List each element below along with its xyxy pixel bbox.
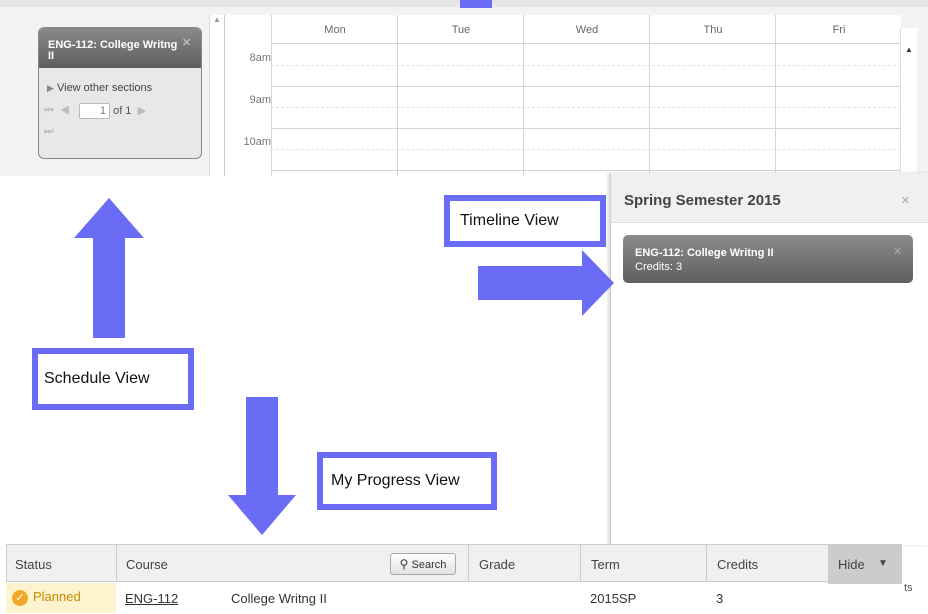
header-grade[interactable]: Grade xyxy=(468,544,580,582)
calendar-grid: Mon Tue Wed Thu Fri 8am 9am 10am xyxy=(224,15,902,176)
hour-line xyxy=(271,86,901,87)
arrow-right-shaft xyxy=(478,266,582,300)
page-input[interactable]: 1 xyxy=(79,103,111,119)
chevron-down-icon: ▼ xyxy=(878,558,888,569)
day-divider xyxy=(523,43,524,176)
hide-dropdown[interactable]: Hide ▼ xyxy=(828,544,902,584)
hide-label: Hide xyxy=(838,557,865,572)
timeline-course-card[interactable]: ENG-112: College Writng II Credits: 3 ✕ xyxy=(623,235,913,283)
time-label-9am: 9am xyxy=(249,94,271,106)
close-icon[interactable]: ✕ xyxy=(893,245,902,258)
search-icon: ⚲ xyxy=(399,557,409,571)
course-title: College Writng II xyxy=(231,591,327,606)
credits-value: 3 xyxy=(716,591,724,606)
day-divider xyxy=(271,43,272,176)
day-divider xyxy=(397,43,398,176)
my-progress-view-label: My Progress View xyxy=(317,452,497,510)
arrow-down-head xyxy=(228,495,296,535)
status-badge: ✓ Planned xyxy=(12,589,81,606)
timeline-course-title: ENG-112: College Writng II xyxy=(635,247,774,259)
day-header-tue: Tue xyxy=(397,15,524,44)
half-hour-line xyxy=(271,107,901,108)
close-icon[interactable]: ✕ xyxy=(182,38,191,49)
schedule-panel: ENG-112: College Writng II ✕ ▶ View othe… xyxy=(0,0,928,176)
course-card-title: ENG-112: College Writng II xyxy=(48,39,178,62)
day-header-wed: Wed xyxy=(523,15,650,44)
time-label-10am: 10am xyxy=(243,136,271,148)
day-divider xyxy=(775,43,776,176)
day-header-mon: Mon xyxy=(271,15,398,44)
check-circle-icon: ✓ xyxy=(12,589,28,606)
day-header-fri: Fri xyxy=(775,15,902,44)
course-card[interactable]: ENG-112: College Writng II ✕ ▶ View othe… xyxy=(38,27,202,159)
arrow-down-shaft xyxy=(246,397,278,495)
status-text: Planned xyxy=(33,589,81,604)
edge-text: ts xyxy=(904,582,913,594)
hour-line xyxy=(271,170,901,171)
header-term[interactable]: Term xyxy=(580,544,706,582)
left-scrollbar[interactable]: ▲ xyxy=(209,15,225,176)
arrow-right-head xyxy=(582,250,614,316)
term-value: 2015SP xyxy=(590,591,637,606)
day-divider xyxy=(649,43,650,176)
progress-table: Status Course ⚲ Search Grade Term Credit… xyxy=(6,544,902,613)
scroll-up-icon[interactable]: ▲ xyxy=(905,45,913,54)
half-hour-line xyxy=(271,65,901,66)
day-header-thu: Thu xyxy=(649,15,776,44)
prev-page-icon[interactable]: ◀ xyxy=(60,105,70,117)
time-label-8am: 8am xyxy=(249,52,271,64)
view-other-sections-link[interactable]: ▶ View other sections xyxy=(47,82,152,94)
arrow-stub xyxy=(460,0,492,8)
last-page-icon[interactable]: ⏭ xyxy=(44,125,146,138)
header-credits[interactable]: Credits xyxy=(706,544,828,582)
search-button[interactable]: ⚲ Search xyxy=(390,553,456,575)
timeline-title: Spring Semester 2015 xyxy=(624,192,781,209)
arrow-up-head xyxy=(74,198,144,238)
timeline-header: Spring Semester 2015 × xyxy=(611,173,928,223)
section-pager: ⏮ ◀ 1 of 1 ▶ ⏭ xyxy=(44,103,146,138)
search-label: Search xyxy=(411,559,447,571)
close-icon[interactable]: × xyxy=(901,192,910,209)
hour-line xyxy=(271,128,901,129)
half-hour-line xyxy=(271,149,901,150)
scroll-up-icon[interactable]: ▲ xyxy=(213,15,221,24)
view-other-sections-label: View other sections xyxy=(56,82,153,94)
arrow-up-shaft xyxy=(93,238,125,338)
timeline-panel: Spring Semester 2015 × ENG-112: College … xyxy=(610,173,928,545)
timeline-course-credits: Credits: 3 xyxy=(635,261,683,273)
triangle-right-icon: ▶ xyxy=(47,83,54,93)
header-status[interactable]: Status xyxy=(6,544,116,582)
right-scrollbar[interactable]: ▲ xyxy=(900,28,917,176)
page-of-label: of 1 xyxy=(113,104,132,117)
course-link[interactable]: ENG-112 xyxy=(125,583,178,613)
next-page-icon[interactable]: ▶ xyxy=(138,105,146,117)
course-card-header[interactable]: ENG-112: College Writng II ✕ xyxy=(39,28,201,68)
first-page-icon[interactable]: ⏮ xyxy=(44,105,54,117)
schedule-view-label: Schedule View xyxy=(32,348,194,410)
status-cell: ✓ Planned xyxy=(6,583,116,613)
timeline-view-label: Timeline View xyxy=(444,195,606,247)
